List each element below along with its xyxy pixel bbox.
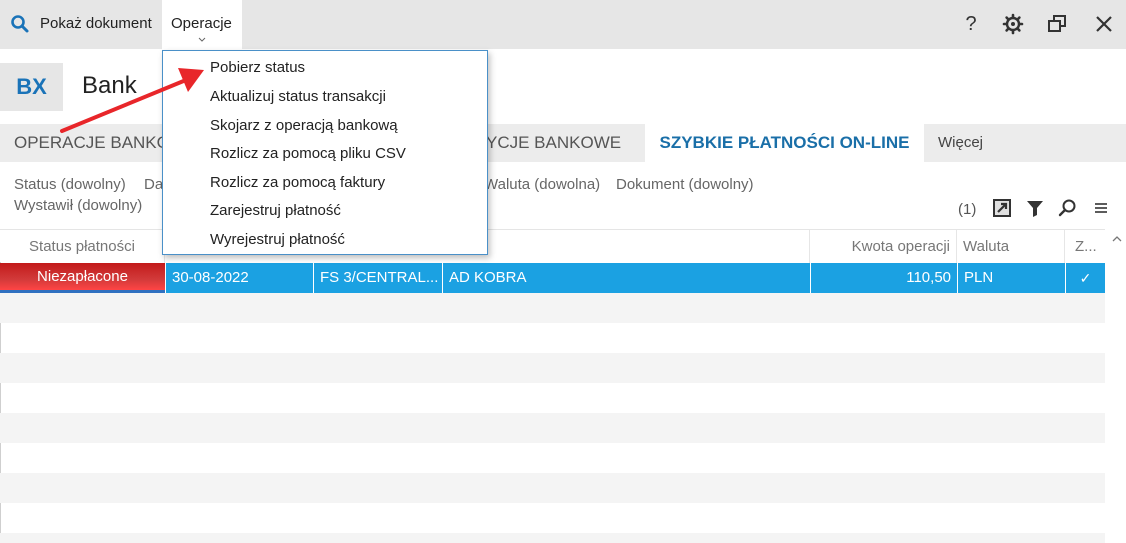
menu-item-settle-csv[interactable]: Rozlicz za pomocą pliku CSV bbox=[210, 140, 406, 168]
column-header-amount[interactable]: Kwota operacji bbox=[810, 230, 957, 263]
cell-date: 30-08-2022 bbox=[165, 263, 313, 293]
cell-amount: 110,50 bbox=[810, 263, 957, 293]
column-header-counterparty[interactable]: iot bbox=[442, 230, 810, 263]
column-header-z[interactable]: Z... bbox=[1065, 230, 1105, 263]
operations-menu-button[interactable]: Operacje bbox=[162, 0, 242, 49]
help-button[interactable]: ? bbox=[962, 13, 980, 35]
cell-check: ✓ bbox=[1065, 263, 1105, 293]
page-title: Bank bbox=[82, 72, 137, 99]
tab-bank-operations[interactable]: OPERACJE BANKOW bbox=[14, 124, 186, 162]
table-row[interactable]: Niezapłacone 30-08-2022 FS 3/CENTRAL... … bbox=[0, 263, 1105, 293]
filter-document[interactable]: Dokument (dowolny) bbox=[616, 176, 754, 193]
menu-item-link-bank-operation[interactable]: Skojarz z operacją bankową bbox=[210, 112, 398, 140]
menu-item-unregister-payment[interactable]: Wyrejestruj płatność bbox=[210, 226, 345, 254]
cell-status: Niezapłacone bbox=[0, 263, 165, 293]
cell-document: FS 3/CENTRAL... bbox=[313, 263, 442, 293]
filter-icon[interactable] bbox=[1025, 198, 1045, 218]
menu-item-get-status[interactable]: Pobierz status bbox=[210, 54, 305, 82]
filter-issued-by[interactable]: Wystawił (dowolny) bbox=[14, 197, 142, 214]
close-icon[interactable] bbox=[1094, 13, 1114, 35]
grid-search-icon[interactable] bbox=[1058, 198, 1078, 218]
empty-row-stripe bbox=[0, 473, 1105, 503]
vertical-scrollbar[interactable] bbox=[1108, 229, 1126, 543]
empty-row-stripe bbox=[0, 533, 1105, 543]
menu-item-settle-invoice[interactable]: Rozlicz za pomocą faktury bbox=[210, 169, 385, 197]
tab-bank-positions[interactable]: YCJE BANKOWE bbox=[486, 124, 621, 162]
menu-icon[interactable] bbox=[1091, 198, 1111, 218]
top-toolbar: Pokaż dokument Operacje ? bbox=[0, 0, 1126, 49]
cell-currency: PLN bbox=[957, 263, 1065, 293]
cell-counterparty: AD KOBRA bbox=[442, 263, 810, 293]
tab-more[interactable]: Więcej bbox=[938, 124, 983, 162]
app-badge: BX bbox=[0, 63, 63, 111]
filter-currency[interactable]: Waluta (dowolna) bbox=[484, 176, 600, 193]
restore-window-icon[interactable] bbox=[1046, 13, 1068, 35]
search-icon[interactable] bbox=[10, 14, 30, 34]
empty-row-stripe bbox=[0, 413, 1105, 443]
show-document-button[interactable]: Pokaż dokument bbox=[40, 15, 152, 32]
operations-menu-label: Operacje bbox=[171, 15, 232, 32]
filter-date[interactable]: Da bbox=[144, 176, 163, 193]
chevron-down-icon bbox=[198, 37, 206, 42]
operations-dropdown-menu: Pobierz status Aktualizuj status transak… bbox=[162, 50, 488, 255]
filter-status[interactable]: Status (dowolny) bbox=[14, 176, 126, 193]
empty-row-stripe bbox=[0, 353, 1105, 383]
record-count: (1) bbox=[958, 201, 977, 218]
column-header-status[interactable]: Status płatności bbox=[0, 230, 165, 263]
menu-item-update-transaction-status[interactable]: Aktualizuj status transakcji bbox=[210, 83, 386, 111]
tab-online-payments[interactable]: SZYBKIE PŁATNOŚCI ON-LINE bbox=[645, 124, 924, 162]
empty-row-stripe bbox=[0, 293, 1105, 323]
menu-item-register-payment[interactable]: Zarejestruj płatność bbox=[210, 197, 341, 225]
gear-icon[interactable] bbox=[1002, 13, 1024, 35]
export-icon[interactable] bbox=[992, 198, 1012, 218]
column-header-currency[interactable]: Waluta bbox=[957, 230, 1065, 263]
chevron-up-icon[interactable] bbox=[1112, 235, 1122, 243]
